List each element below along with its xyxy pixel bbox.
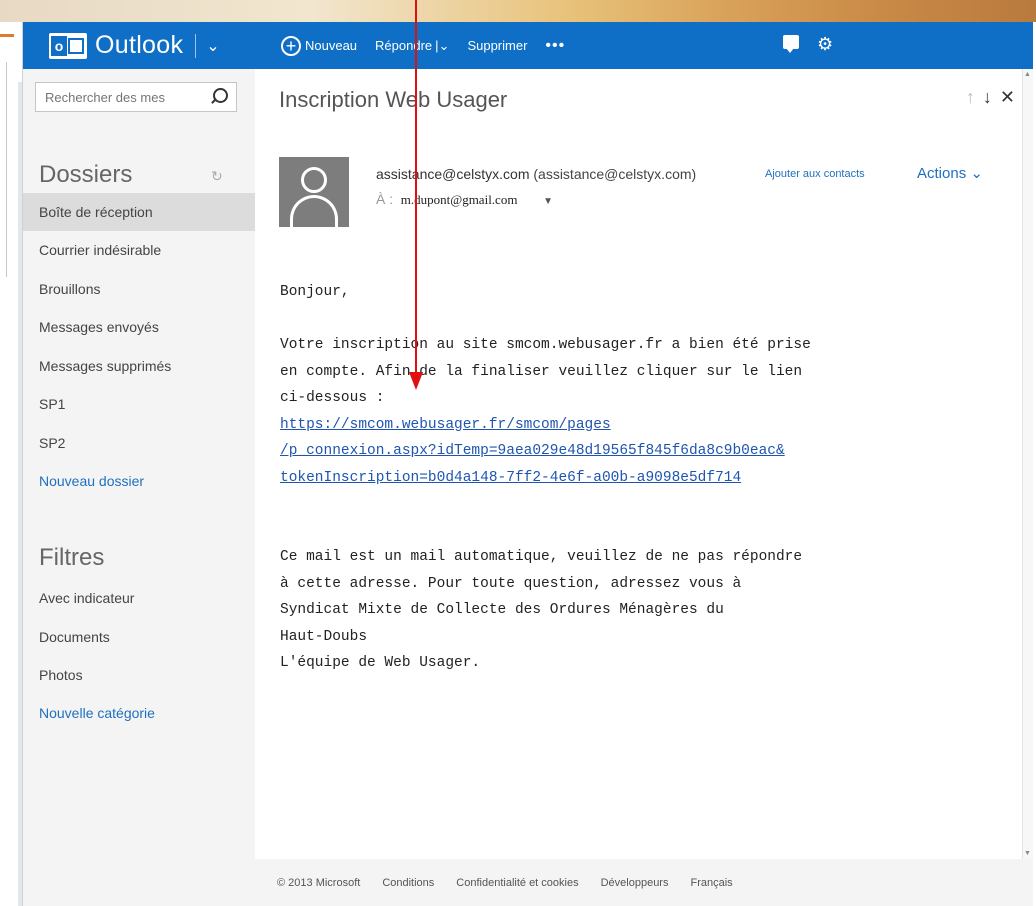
window-edge-bracket: [0, 62, 7, 277]
more-icon: •••: [545, 36, 566, 54]
annotation-arrow-head: [409, 372, 423, 390]
registration-link[interactable]: /p_connexion.aspx?idTemp=9aea029e48d1956…: [280, 443, 785, 459]
folders-heading[interactable]: Dossiers: [39, 161, 132, 189]
new-button-label: Nouveau: [305, 38, 358, 53]
filter-photos[interactable]: Photos: [23, 656, 255, 694]
top-bar: o Outlook ⌄ + Nouveau Répondre |⌄ Suppri…: [23, 22, 1033, 69]
search-input[interactable]: [36, 83, 210, 111]
footer-link-language[interactable]: Français: [690, 877, 732, 889]
body-greeting: Bonjour,: [280, 284, 350, 300]
folder-sent[interactable]: Messages envoyés: [23, 308, 255, 346]
filters-heading[interactable]: Filtres: [39, 544, 104, 572]
refresh-icon[interactable]: ↻: [211, 168, 223, 185]
body-line: à cette adresse. Pour toute question, ad…: [280, 575, 742, 592]
scrollbar[interactable]: ▲ ▼: [1022, 69, 1033, 859]
folder-sp2[interactable]: SP2: [23, 424, 255, 462]
folder-junk[interactable]: Courrier indésirable: [23, 231, 255, 269]
next-message-icon[interactable]: ↓: [983, 87, 992, 108]
previous-message-icon[interactable]: ↑: [966, 87, 975, 108]
filter-flagged[interactable]: Avec indicateur: [23, 579, 255, 617]
recipient-line: À : m.dupont@gmail.com ▼: [376, 191, 553, 208]
search-box[interactable]: [35, 82, 237, 112]
chevron-down-icon[interactable]: ⌄: [206, 36, 219, 56]
sender-address: (assistance@celstyx.com): [533, 166, 697, 182]
desktop-wallpaper-strip: [0, 0, 1036, 22]
annotation-arrow: [406, 0, 426, 392]
brand-separator: [195, 33, 197, 58]
reading-pane: Inscription Web Usager ↑ ↓ ✕ assistance@…: [255, 69, 1033, 859]
folder-drafts[interactable]: Brouillons: [23, 270, 255, 308]
actions-menu[interactable]: Actions ⌄: [917, 164, 983, 182]
footer-link-developers[interactable]: Développeurs: [601, 877, 669, 889]
registration-link[interactable]: https://smcom.webusager.fr/smcom/pages: [280, 417, 611, 433]
body-line: ci-dessous :: [280, 390, 385, 406]
message-subject: Inscription Web Usager: [279, 87, 508, 112]
new-folder-link[interactable]: Nouveau dossier: [23, 462, 255, 500]
folder-pane: Dossiers ↻ Boîte de réception Courrier i…: [23, 69, 255, 906]
chat-icon[interactable]: [783, 35, 799, 53]
new-category-link[interactable]: Nouvelle catégorie: [23, 694, 255, 732]
delete-button[interactable]: Supprimer: [467, 38, 527, 53]
copyright: © 2013 Microsoft: [277, 876, 361, 889]
outlook-window: o Outlook ⌄ + Nouveau Répondre |⌄ Suppri…: [22, 22, 1033, 906]
to-label: À :: [376, 191, 394, 207]
body-line: Haut-Doubs: [280, 628, 368, 645]
folder-deleted[interactable]: Messages supprimés: [23, 347, 255, 385]
filter-documents[interactable]: Documents: [23, 618, 255, 656]
footer-link-terms[interactable]: Conditions: [382, 877, 434, 889]
footer-link-privacy[interactable]: Confidentialité et cookies: [456, 877, 578, 889]
plus-circle-icon: +: [281, 35, 301, 56]
app-brand[interactable]: o Outlook ⌄: [49, 22, 220, 69]
scroll-down-icon[interactable]: ▼: [1024, 850, 1031, 857]
more-actions-button[interactable]: •••: [545, 37, 565, 55]
reply-chevron-icon[interactable]: |⌄: [435, 38, 449, 54]
background-window-edge: [0, 22, 22, 906]
body-signature: L'équipe de Web Usager.: [280, 655, 481, 671]
search-icon[interactable]: [213, 88, 228, 103]
folder-sp1[interactable]: SP1: [23, 385, 255, 423]
new-button[interactable]: + Nouveau: [281, 35, 358, 56]
add-to-contacts-link[interactable]: Ajouter aux contacts: [765, 168, 865, 180]
message-body: Bonjour, Votre inscription au site smcom…: [280, 279, 1000, 677]
delete-button-label: Supprimer: [467, 38, 528, 53]
registration-link[interactable]: tokenInscription=b0d4a148-7ff2-4e6f-a00b…: [280, 470, 741, 486]
footer: © 2013 Microsoft Conditions Confidential…: [255, 859, 1033, 906]
body-line: Votre inscription au site smcom.webusage…: [280, 337, 811, 353]
message-nav-actions: ↑ ↓ ✕: [966, 87, 1015, 108]
app-title: Outlook: [95, 31, 184, 59]
body-line: Syndicat Mixte de Collecte des Ordures M…: [280, 602, 724, 618]
body-line: Ce mail est un mail automatique, veuille…: [280, 549, 803, 565]
gear-icon[interactable]: ⚙: [817, 35, 833, 53]
folder-inbox[interactable]: Boîte de réception: [23, 193, 255, 231]
close-icon[interactable]: ✕: [1000, 87, 1015, 108]
command-bar: + Nouveau Répondre |⌄ Supprimer •••: [281, 22, 583, 69]
orange-accent-line: [0, 34, 14, 37]
annotation-arrow-line: [415, 0, 417, 375]
header-icons: ⚙: [783, 35, 833, 53]
sender-avatar: [279, 157, 349, 227]
outlook-logo-icon: o: [49, 32, 87, 59]
scroll-up-icon[interactable]: ▲: [1024, 71, 1031, 78]
body-line: en compte. Afin de la finaliser veuillez…: [280, 363, 803, 380]
recipient-dropdown-icon[interactable]: ▼: [543, 196, 553, 207]
sender-name[interactable]: assistance@celstyx.com: [376, 166, 529, 182]
